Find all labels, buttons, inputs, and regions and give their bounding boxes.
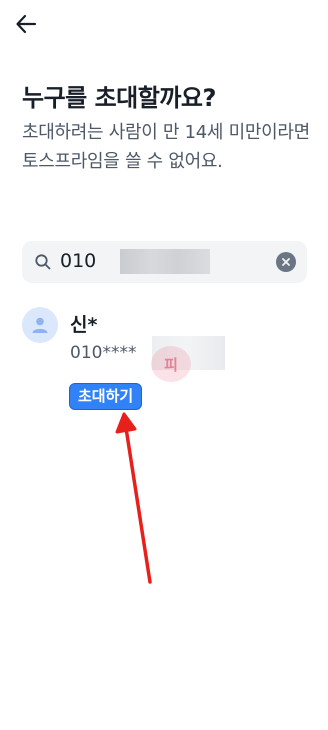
contact-name: 신* xyxy=(70,314,98,336)
invite-button[interactable]: 초대하기 xyxy=(69,383,143,410)
invite-screen: 누구를 초대할까요? 초대하려는 사람이 만 14세 미만이라면 토스프라임을 … xyxy=(0,0,328,730)
watermark-text: 피 xyxy=(164,355,178,374)
watermark-stamp: 피 xyxy=(151,346,191,382)
back-button[interactable] xyxy=(12,10,40,38)
redacted-region xyxy=(120,249,210,274)
contact-avatar xyxy=(22,307,58,343)
contact-phone: 010**** xyxy=(70,343,137,363)
arrow-left-icon xyxy=(16,14,37,34)
clear-search-button[interactable] xyxy=(276,252,296,272)
clear-icon xyxy=(282,258,290,266)
person-icon xyxy=(32,317,48,333)
page-description: 초대하려는 사람이 만 14세 미만이라면 토스프라임을 쓸 수 없어요. xyxy=(22,122,310,172)
search-icon xyxy=(35,254,51,270)
search-bar[interactable]: 010 xyxy=(22,241,307,283)
page-title: 누구를 초대할까요? xyxy=(22,84,216,112)
search-input-value[interactable]: 010 xyxy=(60,250,96,272)
